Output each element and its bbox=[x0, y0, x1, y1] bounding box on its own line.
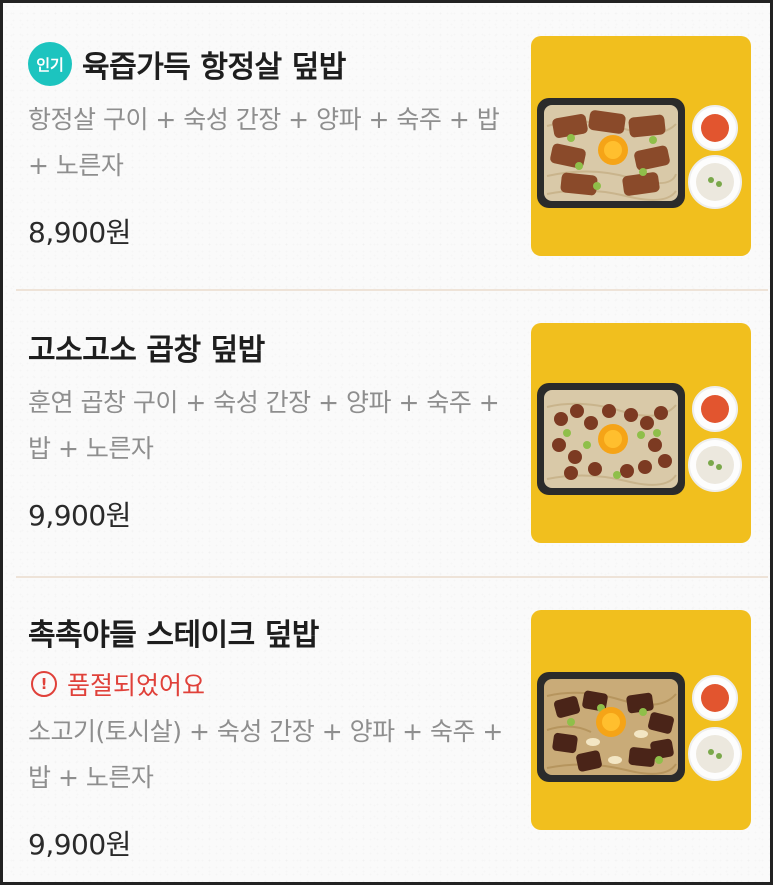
rice-bowl-image bbox=[537, 672, 742, 782]
menu-item[interactable]: 인기 육즙가득 항정살 덮밥 항정살 구이 + 숙성 간장 + 양파 + 숙주 … bbox=[6, 3, 770, 291]
sold-out-notice: ! 품절되었어요 bbox=[28, 667, 508, 701]
menu-item-price: 8,900원 bbox=[28, 216, 131, 249]
menu-item-description: 소고기(토시살) + 숙성 간장 + 양파 + 숙주 + 밥 + 노른자 bbox=[28, 717, 503, 792]
menu-item-image[interactable] bbox=[531, 610, 751, 830]
rice-bowl-image bbox=[537, 98, 742, 209]
rice-bowl-image bbox=[537, 383, 742, 495]
popular-badge: 인기 bbox=[28, 42, 72, 86]
menu-item[interactable]: 고소고소 곱창 덮밥 훈연 곱창 구이 + 숙성 간장 + 양파 + 숙주 + … bbox=[6, 290, 770, 578]
menu-item[interactable]: 촉촉야들 스테이크 덮밥 ! 품절되었어요 소고기(토시살) + 숙성 간장 +… bbox=[6, 577, 770, 882]
menu-item-title: 고소고소 곱창 덮밥 bbox=[28, 333, 265, 368]
menu-item-description: 항정살 구이 + 숙성 간장 + 양파 + 숙주 + 밥 + 노른자 bbox=[28, 105, 500, 180]
menu-item-image[interactable] bbox=[531, 36, 751, 256]
alert-icon: ! bbox=[31, 671, 57, 697]
menu-item-info: 인기 육즙가득 항정살 덮밥 항정살 구이 + 숙성 간장 + 양파 + 숙주 … bbox=[28, 39, 508, 251]
menu-item-title-row: 인기 육즙가득 항정살 덮밥 bbox=[28, 39, 508, 89]
menu-item-title-row: 촉촉야들 스테이크 덮밥 bbox=[28, 607, 508, 657]
menu-list: 인기 육즙가득 항정살 덮밥 항정살 구이 + 숙성 간장 + 양파 + 숙주 … bbox=[0, 0, 773, 885]
menu-item-image[interactable] bbox=[531, 323, 751, 543]
menu-item-title: 육즙가득 항정살 덮밥 bbox=[82, 50, 346, 85]
menu-item-price: 9,900원 bbox=[28, 499, 131, 532]
menu-item-info: 촉촉야들 스테이크 덮밥 ! 품절되었어요 소고기(토시살) + 숙성 간장 +… bbox=[28, 607, 508, 863]
menu-item-info: 고소고소 곱창 덮밥 훈연 곱창 구이 + 숙성 간장 + 양파 + 숙주 + … bbox=[28, 322, 508, 534]
menu-item-description: 훈연 곱창 구이 + 숙성 간장 + 양파 + 숙주 + 밥 + 노른자 bbox=[28, 388, 500, 463]
menu-item-title-row: 고소고소 곱창 덮밥 bbox=[28, 322, 508, 372]
menu-item-title: 촉촉야들 스테이크 덮밥 bbox=[28, 618, 319, 653]
menu-item-price: 9,900원 bbox=[28, 828, 131, 861]
sold-out-text: 품절되었어요 bbox=[67, 671, 206, 700]
